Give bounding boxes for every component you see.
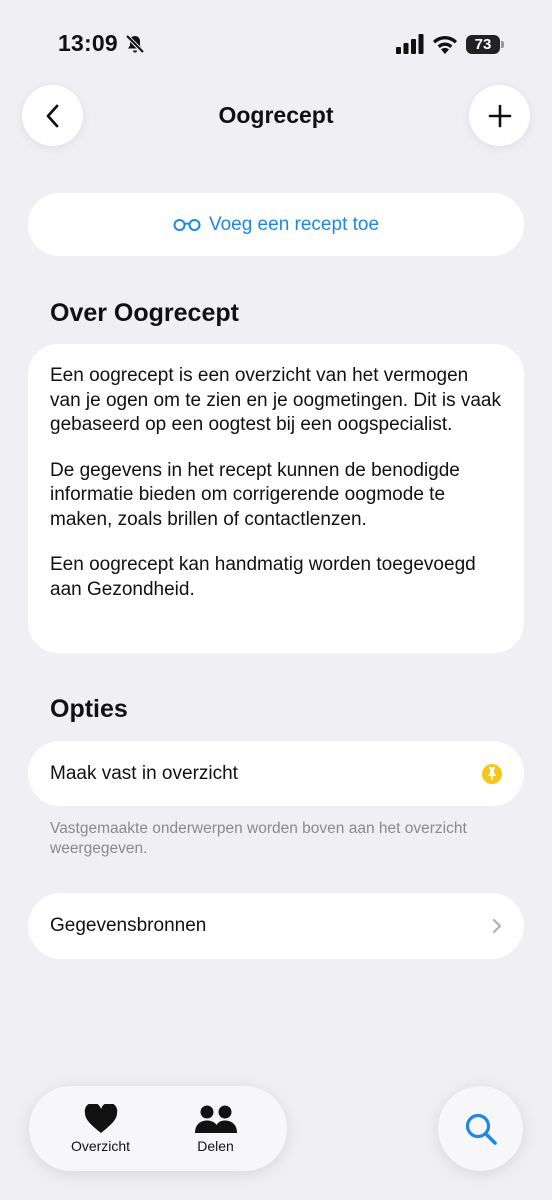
pin-glyph-icon bbox=[488, 767, 496, 780]
tab-bar: Overzicht Delen bbox=[29, 1086, 287, 1171]
tab-sharing[interactable]: Delen bbox=[166, 1104, 266, 1154]
battery-cap bbox=[501, 41, 504, 48]
chevron-right-icon bbox=[492, 918, 502, 934]
status-time: 13:09 bbox=[58, 30, 118, 56]
about-paragraph: Een oogrecept kan handmatig worden toege… bbox=[50, 554, 476, 600]
cellular-signal-icon bbox=[396, 34, 424, 54]
search-button[interactable] bbox=[438, 1086, 523, 1171]
wifi-icon bbox=[433, 36, 457, 54]
screen: 13:09 73 Oogrecept Voeg een recept toe O… bbox=[0, 0, 552, 1200]
battery-indicator: 73 bbox=[466, 35, 500, 54]
about-card: Een oogrecept is een overzicht van het v… bbox=[28, 344, 524, 653]
heart-icon bbox=[84, 1103, 117, 1133]
options-section-title: Opties bbox=[50, 695, 128, 723]
data-sources-label: Gegevensbronnen bbox=[50, 915, 207, 936]
tab-summary-label: Overzicht bbox=[70, 1137, 131, 1154]
people-icon bbox=[194, 1105, 237, 1133]
pin-to-summary-label: Maak vast in overzicht bbox=[50, 762, 238, 784]
add-button[interactable] bbox=[469, 85, 530, 146]
pin-note: Vastgemaakte onderwerpen worden boven aa… bbox=[50, 820, 467, 857]
bell-slash-icon bbox=[125, 34, 145, 54]
add-prescription-button[interactable]: Voeg een recept toe bbox=[28, 193, 524, 256]
pin-to-summary-row[interactable]: Maak vast in overzicht bbox=[28, 741, 524, 806]
data-sources-row[interactable]: Gegevensbronnen bbox=[28, 893, 524, 959]
search-icon bbox=[465, 1113, 497, 1145]
status-bar: 13:09 73 bbox=[0, 0, 552, 90]
about-section-title: Over Oogrecept bbox=[50, 299, 239, 327]
tab-summary[interactable]: Overzicht bbox=[51, 1103, 151, 1154]
glasses-icon bbox=[173, 218, 201, 231]
about-paragraph: Een oogrecept is een overzicht van het v… bbox=[50, 365, 501, 435]
plus-icon bbox=[488, 104, 511, 127]
pin-icon[interactable] bbox=[482, 763, 502, 784]
add-prescription-label: Voeg een recept toe bbox=[208, 213, 380, 235]
tab-sharing-label: Delen bbox=[197, 1137, 234, 1154]
about-paragraph: De gegevens in het recept kunnen de beno… bbox=[50, 459, 460, 530]
